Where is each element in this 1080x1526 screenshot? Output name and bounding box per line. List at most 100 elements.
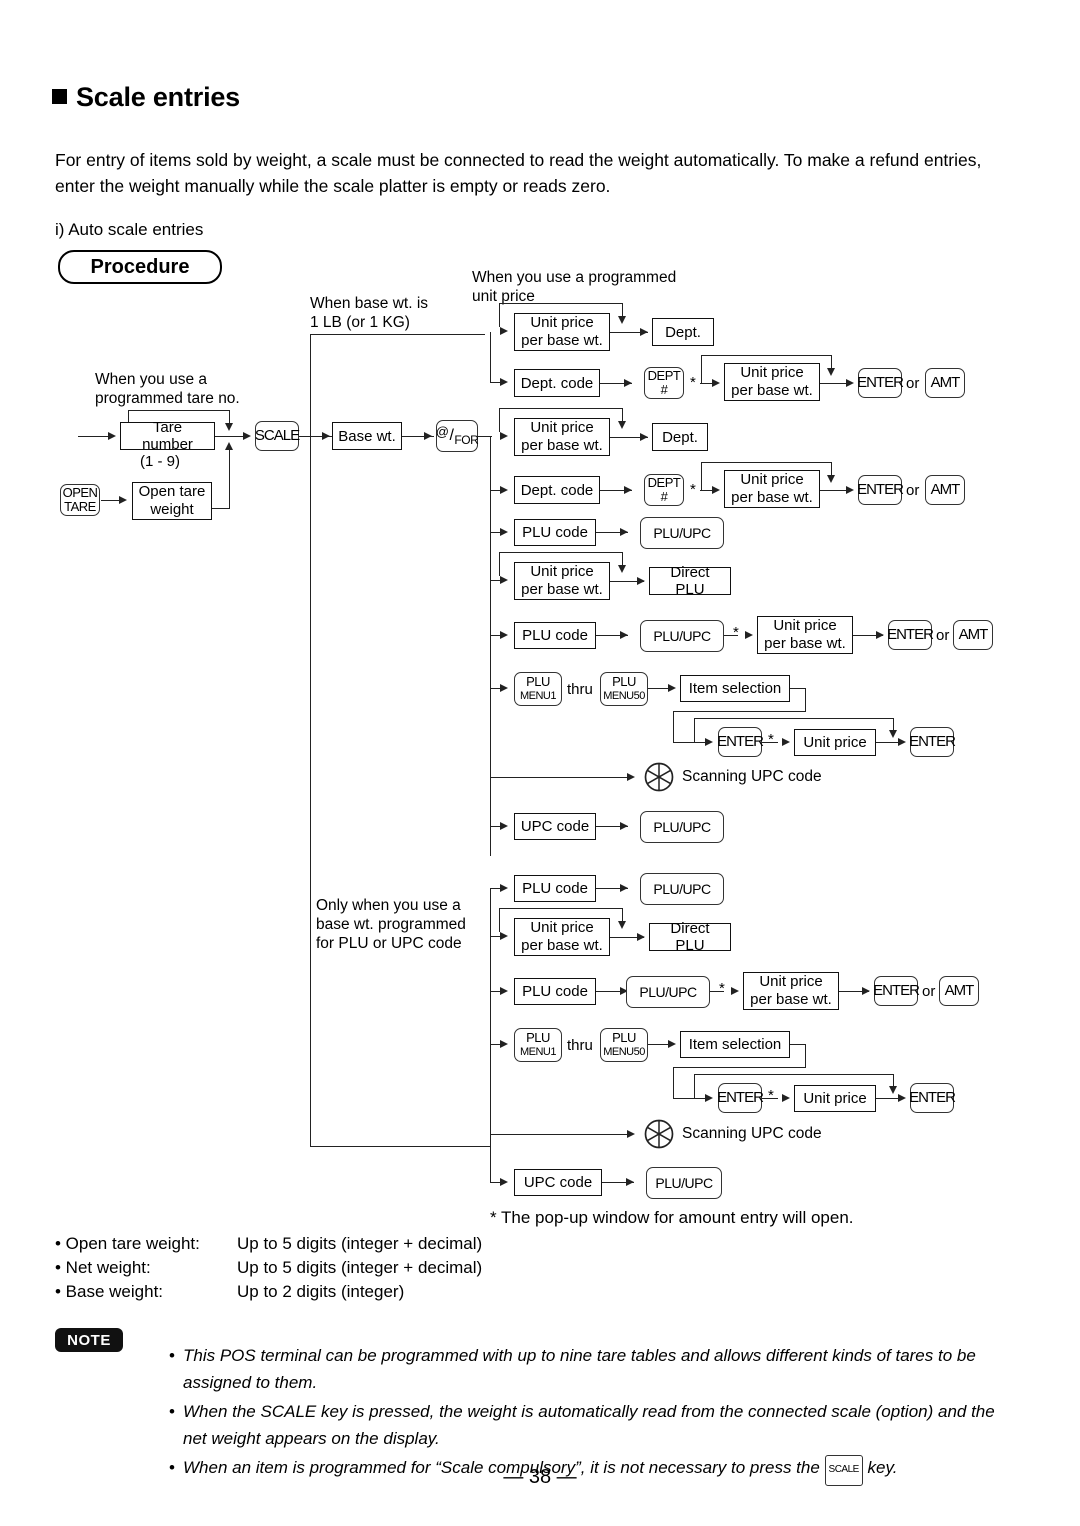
footnote-popup: * The pop-up window for amount entry wil… [490,1208,854,1227]
connector [673,711,674,742]
box-dept[interactable]: Dept. [652,423,708,451]
box-dept[interactable]: Dept. [652,318,714,346]
arrow-right [846,485,854,494]
key-plu-upc[interactable]: PLU/UPC [640,620,724,652]
auto-scale-entries-flowchart: When you use a programmed tare no. Tare … [0,0,1080,1210]
spec-value: Up to 2 digits (integer) [237,1282,405,1301]
key-at-for[interactable]: @ / FOR [435,420,479,452]
box-tare-number[interactable]: Tare number [120,419,215,453]
key-dept-hash-line2: # [660,489,668,504]
spec-label: • Net weight: [55,1258,151,1277]
box-dept-code[interactable]: Dept. code [514,476,600,504]
connector [805,688,806,712]
key-plu-upc[interactable]: PLU/UPC [640,811,724,843]
key-enter[interactable]: ENTER [873,976,920,1006]
key-plu-menu1-line1: PLU [526,1030,550,1045]
bypass-line [499,303,623,304]
bypass-line [499,552,623,553]
bypass-line [701,355,832,356]
key-plu-upc[interactable]: PLU/UPC [626,976,710,1008]
box-open-tare-weight[interactable]: Open tare weight [132,482,212,520]
asterisk-marker: * [768,1087,774,1104]
box-unit-price-per-base-wt[interactable]: Unit price per base wt. [514,562,610,600]
arrow-right [627,772,635,781]
box-item-selection[interactable]: Item selection [680,675,790,702]
arrow-down [889,1086,897,1094]
branch-line [490,332,491,382]
key-enter[interactable]: ENTER [857,475,904,505]
key-enter[interactable]: ENTER [717,1083,764,1113]
arrow-right [640,432,648,441]
box-dept-code[interactable]: Dept. code [514,369,600,397]
arrow-down [827,368,835,376]
arrow-right [624,485,632,494]
key-open-tare[interactable]: OPEN TARE [60,484,100,516]
arrow-right [500,527,508,536]
box-upc-code[interactable]: UPC code [514,813,596,840]
key-amt[interactable]: AMT [939,976,979,1006]
key-plu-menu50[interactable]: PLU MENU50 [600,672,648,706]
specs-list: • Open tare weight: Up to 5 digits (inte… [55,1232,482,1304]
box-unit-price-per-base-wt[interactable]: Unit price per base wt. [757,616,853,654]
key-scale[interactable]: SCALE [255,421,300,451]
box-base-wt[interactable]: Base wt. [332,422,402,450]
box-upc-code[interactable]: UPC code [514,1169,602,1196]
arrow-right [620,821,628,830]
key-at-for-line1: @ [435,424,449,439]
key-enter[interactable]: ENTER [909,1083,956,1113]
key-plu-menu1[interactable]: PLU MENU1 [514,672,562,706]
key-dept-hash[interactable]: DEPT # [644,367,684,399]
box-plu-code[interactable]: PLU code [514,978,596,1005]
arrow-right [745,630,753,639]
arrow-right [620,527,628,536]
label-scanning-upc-code: Scanning UPC code [682,1125,822,1142]
box-unit-price-per-base-wt[interactable]: Unit price per base wt. [724,363,820,401]
key-plu-menu50[interactable]: PLU MENU50 [600,1028,648,1062]
key-plu-upc[interactable]: PLU/UPC [640,517,724,549]
key-amt[interactable]: AMT [953,620,993,650]
box-unit-price-per-base-wt[interactable]: Unit price per base wt. [724,470,820,508]
key-plu-menu1-line2: MENU1 [519,690,557,702]
key-plu-upc[interactable]: PLU/UPC [646,1167,722,1199]
spec-value: Up to 5 digits (integer + decimal) [237,1258,483,1277]
box-plu-code[interactable]: PLU code [514,875,596,902]
key-plu-menu50-line2: MENU50 [603,1046,645,1058]
key-plu-upc[interactable]: PLU/UPC [640,873,724,905]
key-enter[interactable]: ENTER [857,368,904,398]
box-direct-plu[interactable]: Direct PLU [649,564,731,598]
box-plu-code[interactable]: PLU code [514,519,596,546]
box-unit-price-per-base-wt[interactable]: Unit price per base wt. [514,313,610,351]
box-unit-price-per-base-wt[interactable]: Unit price per base wt. [514,418,610,456]
lower-bus-line [490,888,491,1182]
key-enter[interactable]: ENTER [717,727,764,757]
key-dept-hash-line2: # [660,382,668,397]
box-direct-plu[interactable]: Direct PLU [649,920,731,954]
main-bus-line [310,334,311,1146]
box-item-selection[interactable]: Item selection [680,1031,790,1058]
box-unit-price-per-base-wt[interactable]: Unit price per base wt. [743,972,839,1010]
spec-label: • Base weight: [55,1282,164,1301]
label-thru: thru [567,1037,593,1054]
key-amt[interactable]: AMT [925,475,965,505]
caption-only-base-wt: Only when you use a base wt. programmed … [316,897,466,952]
arrow-right [500,931,508,940]
key-amt[interactable]: AMT [925,368,965,398]
page-number: — 38 — [503,1466,577,1488]
box-unit-price[interactable]: Unit price [794,1085,876,1112]
asterisk-marker: * [690,481,696,498]
box-unit-price[interactable]: Unit price [794,729,876,756]
box-unit-price-per-base-wt[interactable]: Unit price per base wt. [514,918,610,956]
arrow-right [626,1177,634,1186]
bypass-line [701,462,832,463]
box-plu-code[interactable]: PLU code [514,622,596,649]
note-badge: NOTE [55,1328,123,1352]
arrow-right [620,630,628,639]
key-enter[interactable]: ENTER [909,727,956,757]
arrow-right [668,1039,676,1048]
key-dept-hash[interactable]: DEPT # [644,474,684,506]
key-enter[interactable]: ENTER [887,620,934,650]
label-or: or [922,983,936,1000]
arrow-right [876,630,884,639]
key-plu-menu1[interactable]: PLU MENU1 [514,1028,562,1062]
arrow-right [424,431,432,440]
